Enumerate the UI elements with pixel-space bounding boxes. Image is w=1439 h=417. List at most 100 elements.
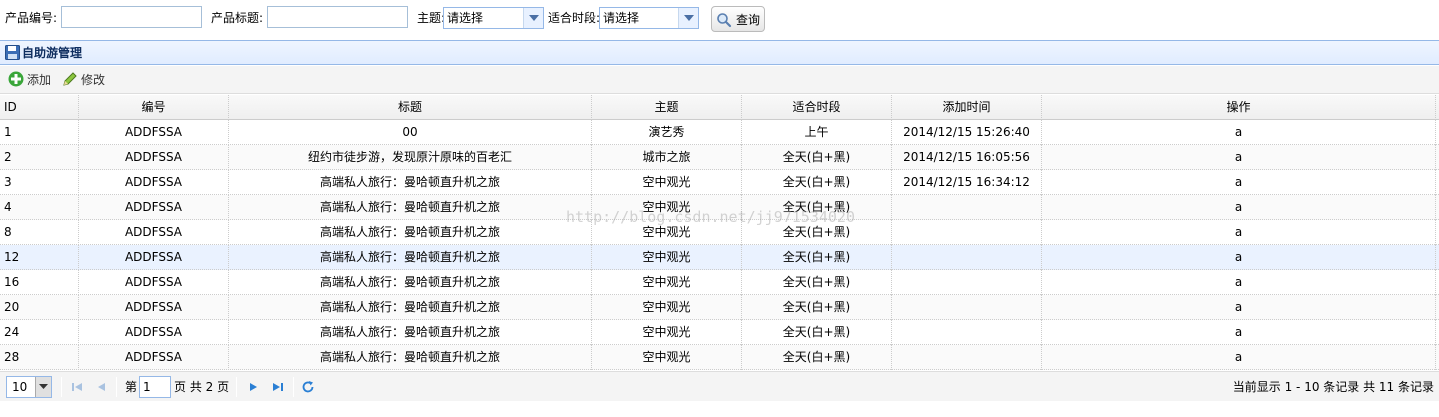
cell-code: ADDFSSA xyxy=(79,295,229,320)
column-header-period[interactable]: 适合时段 xyxy=(742,95,892,120)
table-row[interactable]: 24 ADDFSSA 高端私人旅行：曼哈顿直升机之旅 空中观光 全天(白+黑) a xyxy=(0,320,1439,345)
theme-label: 主题: xyxy=(417,11,446,25)
product-title-input[interactable] xyxy=(267,6,408,28)
cell-added-time xyxy=(892,320,1042,345)
cell-added-time: 2014/12/15 15:26:40 xyxy=(892,120,1042,145)
column-header-action[interactable]: 操作 xyxy=(1042,95,1436,120)
add-button[interactable]: 添加 xyxy=(8,70,54,90)
cell-action[interactable]: a xyxy=(1042,345,1436,370)
prev-page-icon[interactable] xyxy=(95,380,109,394)
cell-period: 全天(白+黑) xyxy=(742,145,892,170)
edit-button[interactable]: 修改 xyxy=(62,70,108,90)
cell-code: ADDFSSA xyxy=(79,195,229,220)
cell-theme: 空中观光 xyxy=(592,295,742,320)
add-button-label: 添加 xyxy=(27,73,52,87)
cell-theme: 空中观光 xyxy=(592,320,742,345)
table-row[interactable]: 28 ADDFSSA 高端私人旅行：曼哈顿直升机之旅 空中观光 全天(白+黑) a xyxy=(0,345,1439,370)
cell-added-time xyxy=(892,295,1042,320)
cell-title: 高端私人旅行：曼哈顿直升机之旅 xyxy=(229,320,592,345)
record-info: 当前显示 1 - 10 条记录 共 11 条记录 xyxy=(1232,380,1434,394)
cell-action[interactable]: a xyxy=(1042,120,1436,145)
cell-id: 24 xyxy=(0,320,79,345)
cell-id: 12 xyxy=(0,245,79,270)
table-row[interactable]: 20 ADDFSSA 高端私人旅行：曼哈顿直升机之旅 空中观光 全天(白+黑) a xyxy=(0,295,1439,320)
period-label: 适合时段: xyxy=(548,11,601,25)
search-bar: 产品编号: 产品标题: 主题: 请选择 适合时段: 请选择 查询 xyxy=(0,0,1439,38)
cell-title: 高端私人旅行：曼哈顿直升机之旅 xyxy=(229,170,592,195)
theme-select[interactable]: 请选择 xyxy=(443,7,544,29)
cell-title: 高端私人旅行：曼哈顿直升机之旅 xyxy=(229,295,592,320)
page-prefix: 第 xyxy=(125,380,138,394)
table-row[interactable]: 1 ADDFSSA 00 演艺秀 上午 2014/12/15 15:26:40 a xyxy=(0,120,1439,145)
pagination-bar: 10 第 页 共 2 页 当前显示 1 - 10 条记录 共 11 条记录 xyxy=(0,371,1439,401)
page-total-text: 页 共 2 页 xyxy=(174,380,230,394)
first-page-icon[interactable] xyxy=(70,380,84,394)
cell-code: ADDFSSA xyxy=(79,245,229,270)
pager-separator xyxy=(61,377,62,397)
cell-period: 全天(白+黑) xyxy=(742,245,892,270)
cell-id: 3 xyxy=(0,170,79,195)
cell-id: 1 xyxy=(0,120,79,145)
product-title-label: 产品标题: xyxy=(211,11,264,25)
chevron-down-icon[interactable] xyxy=(678,8,698,28)
table-row[interactable]: 2 ADDFSSA 纽约市徒步游，发现原汁原味的百老汇 城市之旅 全天(白+黑) 2014… xyxy=(0,145,1439,170)
cell-action[interactable]: a xyxy=(1042,295,1436,320)
search-icon xyxy=(716,12,732,31)
next-page-icon[interactable] xyxy=(246,380,260,394)
page-number-input[interactable] xyxy=(139,376,171,398)
column-header-id[interactable]: ID xyxy=(0,95,79,120)
table-row[interactable]: 8 ADDFSSA 高端私人旅行：曼哈顿直升机之旅 空中观光 全天(白+黑) a xyxy=(0,220,1439,245)
cell-action[interactable]: a xyxy=(1042,170,1436,195)
save-icon xyxy=(5,45,20,63)
grid-header-row: ID 编号 标题 主题 适合时段 添加时间 操作 xyxy=(0,95,1439,120)
column-header-code[interactable]: 编号 xyxy=(79,95,229,120)
chevron-down-icon[interactable] xyxy=(35,377,51,397)
cell-code: ADDFSSA xyxy=(79,345,229,370)
cell-id: 16 xyxy=(0,270,79,295)
cell-period: 全天(白+黑) xyxy=(742,220,892,245)
page-size-select[interactable]: 10 xyxy=(6,376,52,398)
cell-title: 高端私人旅行：曼哈顿直升机之旅 xyxy=(229,220,592,245)
last-page-icon[interactable] xyxy=(271,380,285,394)
cell-action[interactable]: a xyxy=(1042,195,1436,220)
cell-code: ADDFSSA xyxy=(79,145,229,170)
query-button[interactable]: 查询 xyxy=(711,6,765,32)
table-row[interactable]: 3 ADDFSSA 高端私人旅行：曼哈顿直升机之旅 空中观光 全天(白+黑) 2014/1… xyxy=(0,170,1439,195)
cell-added-time: 2014/12/15 16:34:12 xyxy=(892,170,1042,195)
cell-code: ADDFSSA xyxy=(79,170,229,195)
query-button-label: 查询 xyxy=(736,13,761,27)
cell-theme: 空中观光 xyxy=(592,220,742,245)
cell-period: 全天(白+黑) xyxy=(742,195,892,220)
period-select[interactable]: 请选择 xyxy=(599,7,699,29)
column-header-theme[interactable]: 主题 xyxy=(592,95,742,120)
cell-title: 纽约市徒步游，发现原汁原味的百老汇 xyxy=(229,145,592,170)
toolbar: 添加 修改 xyxy=(0,66,1439,94)
cell-id: 20 xyxy=(0,295,79,320)
cell-id: 2 xyxy=(0,145,79,170)
table-row[interactable]: 16 ADDFSSA 高端私人旅行：曼哈顿直升机之旅 空中观光 全天(白+黑) a xyxy=(0,270,1439,295)
cell-action[interactable]: a xyxy=(1042,220,1436,245)
table-row[interactable]: 12 ADDFSSA 高端私人旅行：曼哈顿直升机之旅 空中观光 全天(白+黑) a xyxy=(0,245,1439,270)
refresh-icon[interactable] xyxy=(301,380,315,394)
chevron-down-icon[interactable] xyxy=(523,8,543,28)
cell-action[interactable]: a xyxy=(1042,245,1436,270)
cell-added-time xyxy=(892,195,1042,220)
edit-button-label: 修改 xyxy=(81,73,106,87)
column-header-title[interactable]: 标题 xyxy=(229,95,592,120)
cell-period: 全天(白+黑) xyxy=(742,295,892,320)
cell-title: 高端私人旅行：曼哈顿直升机之旅 xyxy=(229,245,592,270)
cell-code: ADDFSSA xyxy=(79,120,229,145)
table-row[interactable]: 4 ADDFSSA 高端私人旅行：曼哈顿直升机之旅 空中观光 全天(白+黑) a xyxy=(0,195,1439,220)
product-code-label: 产品编号: xyxy=(5,11,58,25)
cell-title: 高端私人旅行：曼哈顿直升机之旅 xyxy=(229,345,592,370)
cell-action[interactable]: a xyxy=(1042,270,1436,295)
cell-code: ADDFSSA xyxy=(79,220,229,245)
cell-action[interactable]: a xyxy=(1042,145,1436,170)
cell-title: 高端私人旅行：曼哈顿直升机之旅 xyxy=(229,270,592,295)
page-size-value: 10 xyxy=(12,380,28,394)
cell-action[interactable]: a xyxy=(1042,320,1436,345)
cell-id: 4 xyxy=(0,195,79,220)
cell-added-time xyxy=(892,345,1042,370)
product-code-input[interactable] xyxy=(61,6,202,28)
column-header-added-time[interactable]: 添加时间 xyxy=(892,95,1042,120)
